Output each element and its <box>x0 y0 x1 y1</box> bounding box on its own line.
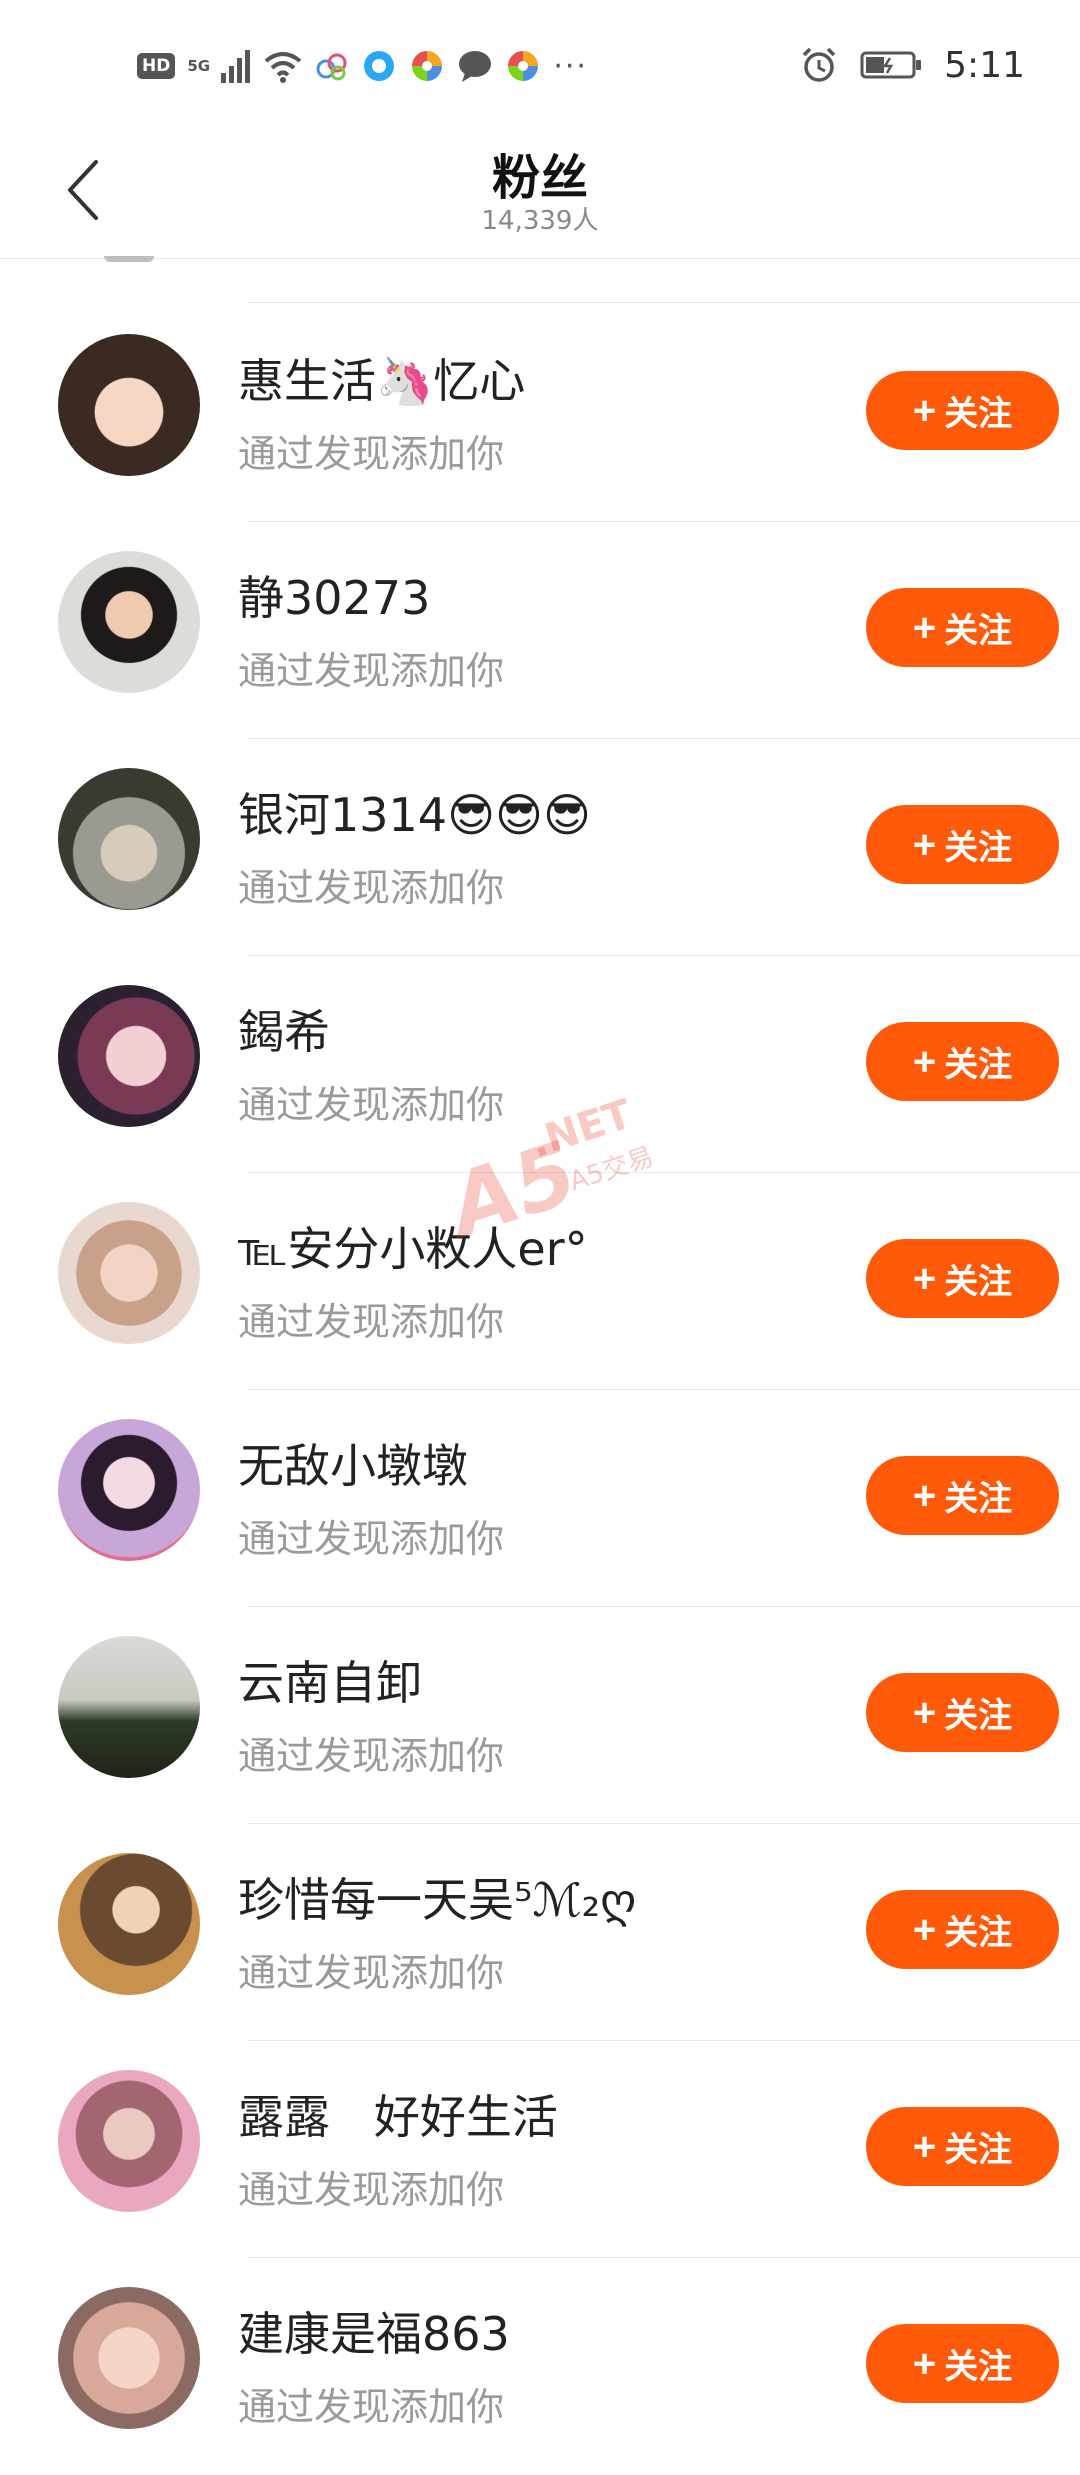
avatar[interactable] <box>58 985 200 1127</box>
plus-icon: + <box>912 822 937 867</box>
follower-name: 鍻希 <box>238 1005 330 1059</box>
follow-button[interactable]: + 关注 <box>866 2324 1059 2403</box>
follow-label: 关注 <box>944 2348 1013 2386</box>
avatar[interactable] <box>58 334 200 476</box>
status-bar: HD 5G ··· 5:11 <box>0 0 1080 120</box>
follower-name: 建康是福863 <box>238 2307 510 2361</box>
list-item[interactable]: 云南自卸 通过发现添加你 + 关注 <box>0 1607 1080 1824</box>
follow-button[interactable]: + 关注 <box>866 1673 1059 1752</box>
plus-icon: + <box>912 1256 937 1301</box>
follower-name: 惠生活🦄忆心 <box>238 354 526 408</box>
avatar[interactable] <box>58 1853 200 1995</box>
avatar[interactable] <box>58 1419 200 1561</box>
list-item[interactable]: 惠生活🦄忆心 通过发现添加你 + 关注 <box>0 305 1080 522</box>
app-cloud-icon <box>316 53 347 81</box>
alarm-icon <box>802 47 836 82</box>
list-item[interactable]: 无敌小墩墩 通过发现添加你 + 关注 <box>0 1390 1080 1607</box>
follower-source: 通过发现添加你 <box>238 649 505 693</box>
follower-list: 惠生活🦄忆心 通过发现添加你 + 关注 静30273 通过发现添加你 + 关注 银河… <box>0 305 1080 2475</box>
plus-icon: + <box>912 1690 937 1735</box>
network-5g-label: 5G <box>187 57 211 75</box>
follower-source: 通过发现添加你 <box>238 1300 505 1344</box>
follow-label: 关注 <box>944 395 1013 433</box>
plus-icon: + <box>912 2124 937 2169</box>
avatar[interactable] <box>58 1636 200 1778</box>
list-item[interactable]: 鍻希 通过发现添加你 + 关注 <box>0 956 1080 1173</box>
follower-name: 云南自卸 <box>238 1656 422 1710</box>
follow-label: 关注 <box>944 612 1013 650</box>
status-left: HD 5G ··· <box>137 44 588 88</box>
wifi-icon <box>265 52 302 83</box>
plus-icon: + <box>912 388 937 433</box>
list-item[interactable]: 建康是福863 通过发现添加你 + 关注 <box>0 2258 1080 2475</box>
message-icon <box>459 51 492 82</box>
follower-source: 通过发现添加你 <box>238 1734 505 1778</box>
follower-name: 银河1314😎😎😎 <box>238 788 591 842</box>
follow-label: 关注 <box>944 2131 1013 2169</box>
follow-button[interactable]: + 关注 <box>866 2107 1059 2186</box>
avatar[interactable] <box>58 2287 200 2429</box>
follow-button[interactable]: + 关注 <box>866 1022 1059 1101</box>
app-colorful-icon <box>412 51 443 81</box>
clock-time: 5:11 <box>944 44 1025 86</box>
plus-icon: + <box>912 1907 937 1952</box>
follow-button[interactable]: + 关注 <box>866 805 1059 884</box>
page-header: 粉丝 14,339人 <box>0 120 1080 259</box>
previous-avatar-partial <box>104 256 154 262</box>
follow-label: 关注 <box>944 1046 1013 1084</box>
follower-name: 露露 好好生活 <box>238 2090 558 2144</box>
follow-label: 关注 <box>944 1263 1013 1301</box>
follower-count: 14,339人 <box>481 206 599 236</box>
plus-icon: + <box>912 2341 937 2386</box>
list-item[interactable]: 珍惜每一天吴⁵ℳ₂ღ 通过发现添加你 + 关注 <box>0 1824 1080 2041</box>
follower-name: ℡安分小敉人er° <box>238 1222 588 1276</box>
status-right: 5:11 <box>800 40 1025 90</box>
follower-source: 通过发现添加你 <box>238 2385 505 2429</box>
follow-button[interactable]: + 关注 <box>866 1239 1059 1318</box>
list-item[interactable]: 露露 好好生活 通过发现添加你 + 关注 <box>0 2041 1080 2258</box>
follower-name: 珍惜每一天吴⁵ℳ₂ღ <box>238 1873 637 1927</box>
plus-icon: + <box>912 605 937 650</box>
signal-icon <box>221 50 251 83</box>
follower-source: 通过发现添加你 <box>238 432 505 476</box>
app-colorful-icon-2 <box>508 51 539 81</box>
follower-source: 通过发现添加你 <box>238 1951 505 1995</box>
divider <box>248 302 1080 303</box>
follower-source: 通过发现添加你 <box>238 2168 505 2212</box>
follow-label: 关注 <box>944 829 1013 867</box>
follow-label: 关注 <box>944 1480 1013 1518</box>
battery-icon <box>860 51 922 79</box>
follow-label: 关注 <box>944 1697 1013 1735</box>
follow-label: 关注 <box>944 1914 1013 1952</box>
list-item[interactable]: ℡安分小敉人er° 通过发现添加你 + 关注 <box>0 1173 1080 1390</box>
list-item[interactable]: 银河1314😎😎😎 通过发现添加你 + 关注 <box>0 739 1080 956</box>
follower-source: 通过发现添加你 <box>238 866 505 910</box>
avatar[interactable] <box>58 1202 200 1344</box>
avatar[interactable] <box>58 551 200 693</box>
follower-name: 静30273 <box>238 571 431 625</box>
avatar[interactable] <box>58 768 200 910</box>
follow-button[interactable]: + 关注 <box>866 1456 1059 1535</box>
app-browser-icon <box>364 51 395 81</box>
follower-name: 无敌小墩墩 <box>238 1439 468 1493</box>
follower-source: 通过发现添加你 <box>238 1083 505 1127</box>
more-notifications-icon: ··· <box>553 48 588 84</box>
plus-icon: + <box>912 1473 937 1518</box>
follow-button[interactable]: + 关注 <box>866 371 1059 450</box>
follow-button[interactable]: + 关注 <box>866 588 1059 667</box>
page-title: 粉丝 <box>491 150 588 206</box>
follower-source: 通过发现添加你 <box>238 1517 505 1561</box>
avatar[interactable] <box>58 2070 200 2212</box>
plus-icon: + <box>912 1039 937 1084</box>
list-item[interactable]: 静30273 通过发现添加你 + 关注 <box>0 522 1080 739</box>
follow-button[interactable]: + 关注 <box>866 1890 1059 1969</box>
hd-icon: HD <box>137 53 176 79</box>
